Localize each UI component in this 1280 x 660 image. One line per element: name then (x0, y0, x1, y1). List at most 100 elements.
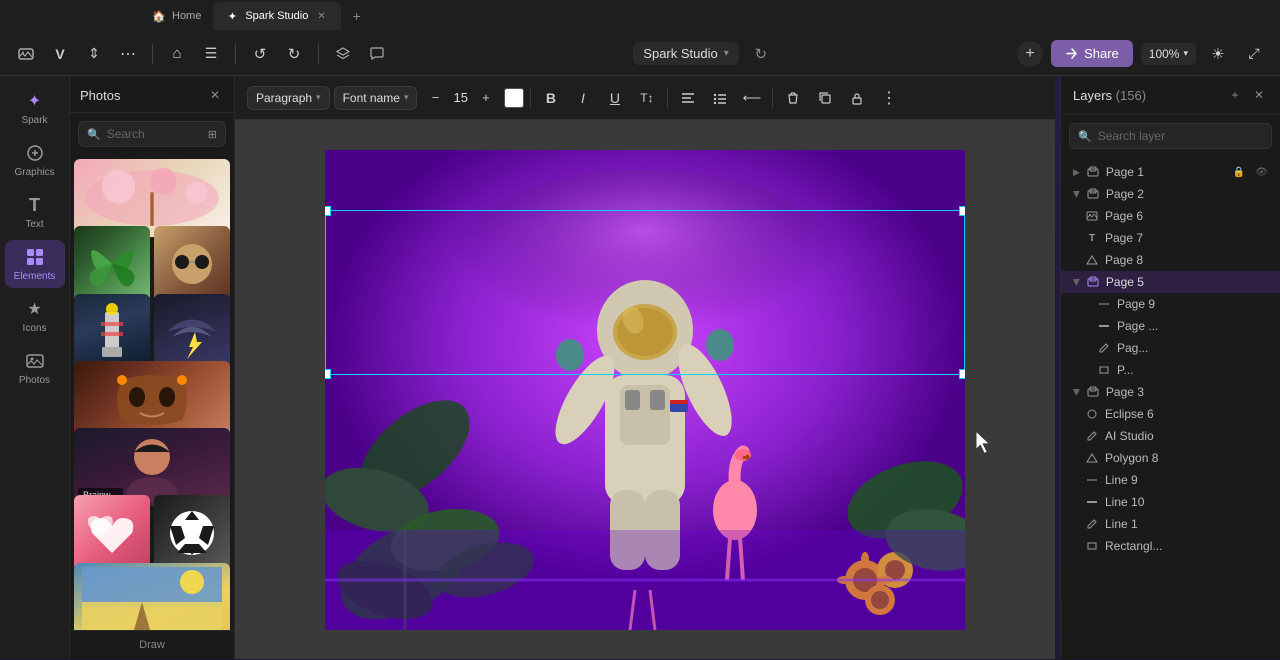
photo-lighthouse-thumbnail[interactable] (74, 294, 150, 370)
layer-page-dash[interactable]: Page ... (1061, 315, 1280, 337)
sidebar-item-photos[interactable]: Photos (5, 344, 65, 392)
photo-hearts-thumbnail[interactable] (74, 495, 150, 571)
indent-button[interactable]: ⟵ (738, 84, 766, 112)
filter-icon[interactable]: ⊞ (208, 128, 217, 141)
tab-close-button[interactable]: ✕ (314, 10, 328, 23)
comment-button[interactable] (363, 40, 391, 68)
layer-polygon8[interactable]: Polygon 8 (1061, 447, 1280, 469)
new-tab-button[interactable]: + (345, 4, 369, 28)
layer-page2[interactable]: ▶ Page 2 (1061, 183, 1280, 205)
page9-line-icon (1097, 297, 1111, 311)
sidebar-item-spark[interactable]: ✦ Spark (5, 84, 65, 132)
layers-list: ▶ Page 1 🔒 👁 ▶ Page 2 Page 6 T Page (1061, 157, 1280, 659)
v-tool-button[interactable]: V (46, 40, 74, 68)
page1-eye-icon[interactable]: 👁 (1255, 167, 1268, 178)
zoom-level: 100% (1149, 47, 1180, 61)
text-style-button[interactable]: T↕ (633, 84, 661, 112)
home-tab-icon: 🏠 (152, 9, 166, 23)
zoom-button[interactable]: 100% ▾ (1141, 43, 1196, 65)
format-toolbar: Paragraph ▾ Font name ▾ − 15 + B I U T↕ … (235, 76, 1055, 120)
elements-icon (24, 246, 46, 268)
align-button[interactable] (674, 84, 702, 112)
more-tools-button[interactable]: ⋯ (114, 40, 142, 68)
photos-icon (24, 350, 46, 372)
sidebar-item-elements[interactable]: Elements (5, 240, 65, 288)
project-name-chevron: ▾ (724, 48, 729, 59)
layer-line10[interactable]: Line 10 (1061, 491, 1280, 513)
layers-search-input[interactable] (1098, 129, 1263, 143)
more-options-button[interactable]: ⋮ (875, 84, 903, 112)
photo-girl-thumbnail[interactable]: Brainw... (74, 428, 230, 506)
redo-button[interactable]: ↻ (280, 40, 308, 68)
photo-butterfly-thumbnail[interactable] (74, 226, 150, 302)
layer-eclipse6[interactable]: Eclipse 6 (1061, 403, 1280, 425)
font-size-value: 15 (453, 90, 467, 105)
toolbar-separator-2 (667, 88, 668, 108)
refresh-button[interactable]: ↻ (747, 40, 775, 68)
canvas-image (325, 150, 965, 630)
photos-search-input[interactable] (107, 127, 202, 141)
sidebar-item-text[interactable]: T Text (5, 188, 65, 236)
page2-group-icon (1086, 187, 1100, 201)
layers-search-icon: 🔍 (1078, 130, 1092, 143)
text-icon: T (24, 194, 46, 216)
layer-rectangl[interactable]: Rectangl... (1061, 535, 1280, 557)
undo-button[interactable]: ↺ (246, 40, 274, 68)
photo-storm-thumbnail[interactable] (154, 294, 230, 370)
layer-line9[interactable]: Line 9 (1061, 469, 1280, 491)
duplicate-button[interactable] (811, 84, 839, 112)
underline-button[interactable]: U (601, 84, 629, 112)
increase-size-icon: + (482, 90, 490, 105)
project-name-dropdown[interactable]: Spark Studio ▾ (633, 42, 738, 65)
layer-page7[interactable]: T Page 7 (1061, 227, 1280, 249)
lock-button[interactable] (843, 84, 871, 112)
share-button[interactable]: Share (1051, 40, 1133, 67)
page9-name: Page 9 (1117, 297, 1268, 311)
sidebar-item-graphics[interactable]: Graphics (5, 136, 65, 184)
fullscreen-button[interactable]: ⤢ (1240, 40, 1268, 68)
canvas-area[interactable] (235, 120, 1055, 659)
delete-button[interactable] (779, 84, 807, 112)
photo-soccer-thumbnail[interactable] (154, 495, 230, 571)
text-color-swatch[interactable] (504, 88, 524, 108)
font-name-dropdown[interactable]: Font name ▾ (334, 86, 418, 110)
page6-image-icon (1085, 209, 1099, 223)
align-tool-button[interactable]: ☰ (197, 40, 225, 68)
brightness-button[interactable]: ☀ (1204, 40, 1232, 68)
draw-label: Draw (70, 630, 234, 659)
layer-line1[interactable]: Line 1 (1061, 513, 1280, 535)
italic-button[interactable]: I (569, 84, 597, 112)
layers-tool-button[interactable] (329, 40, 357, 68)
increase-font-size-button[interactable]: + (472, 84, 500, 112)
eclipse6-circle-icon (1085, 407, 1099, 421)
transform-tool-button[interactable]: ⇕ (80, 40, 108, 68)
layers-close-button[interactable]: ✕ (1250, 86, 1268, 104)
home-tool-button[interactable]: ⌂ (163, 40, 191, 68)
layer-page8[interactable]: Page 8 (1061, 249, 1280, 271)
list-button[interactable] (706, 84, 734, 112)
icons-icon: ★ (24, 298, 46, 320)
photo-sunglasses-thumbnail[interactable] (154, 226, 230, 302)
layer-page5[interactable]: ▶ Page 5 (1061, 271, 1280, 293)
layer-page-pen[interactable]: Pag... (1061, 337, 1280, 359)
search-icon: 🔍 (87, 128, 101, 141)
sidebar-item-icons[interactable]: ★ Icons (5, 292, 65, 340)
tab-home[interactable]: 🏠 Home (140, 2, 213, 30)
tab-spark-studio[interactable]: ✦ Spark Studio ✕ (213, 2, 340, 30)
layer-ai-studio[interactable]: AI Studio (1061, 425, 1280, 447)
layer-page3[interactable]: ▶ Page 3 (1061, 381, 1280, 403)
photos-panel-close-button[interactable]: ✕ (206, 86, 224, 104)
layer-page-rect[interactable]: P... (1061, 359, 1280, 381)
image-tool-button[interactable] (12, 40, 40, 68)
layers-add-button[interactable]: + (1226, 86, 1244, 104)
paragraph-dropdown[interactable]: Paragraph ▾ (247, 86, 330, 110)
layer-page6[interactable]: Page 6 (1061, 205, 1280, 227)
photos-panel-header: Photos ✕ (70, 76, 234, 113)
layer-page9[interactable]: Page 9 (1061, 293, 1280, 315)
layer-page1[interactable]: ▶ Page 1 🔒 👁 (1061, 161, 1280, 183)
decrease-font-size-button[interactable]: − (421, 84, 449, 112)
add-button[interactable]: + (1017, 41, 1043, 67)
photo-beach-thumbnail[interactable] (74, 563, 230, 630)
bold-button[interactable]: B (537, 84, 565, 112)
header-center: Spark Studio ▾ ↻ (399, 40, 1009, 68)
